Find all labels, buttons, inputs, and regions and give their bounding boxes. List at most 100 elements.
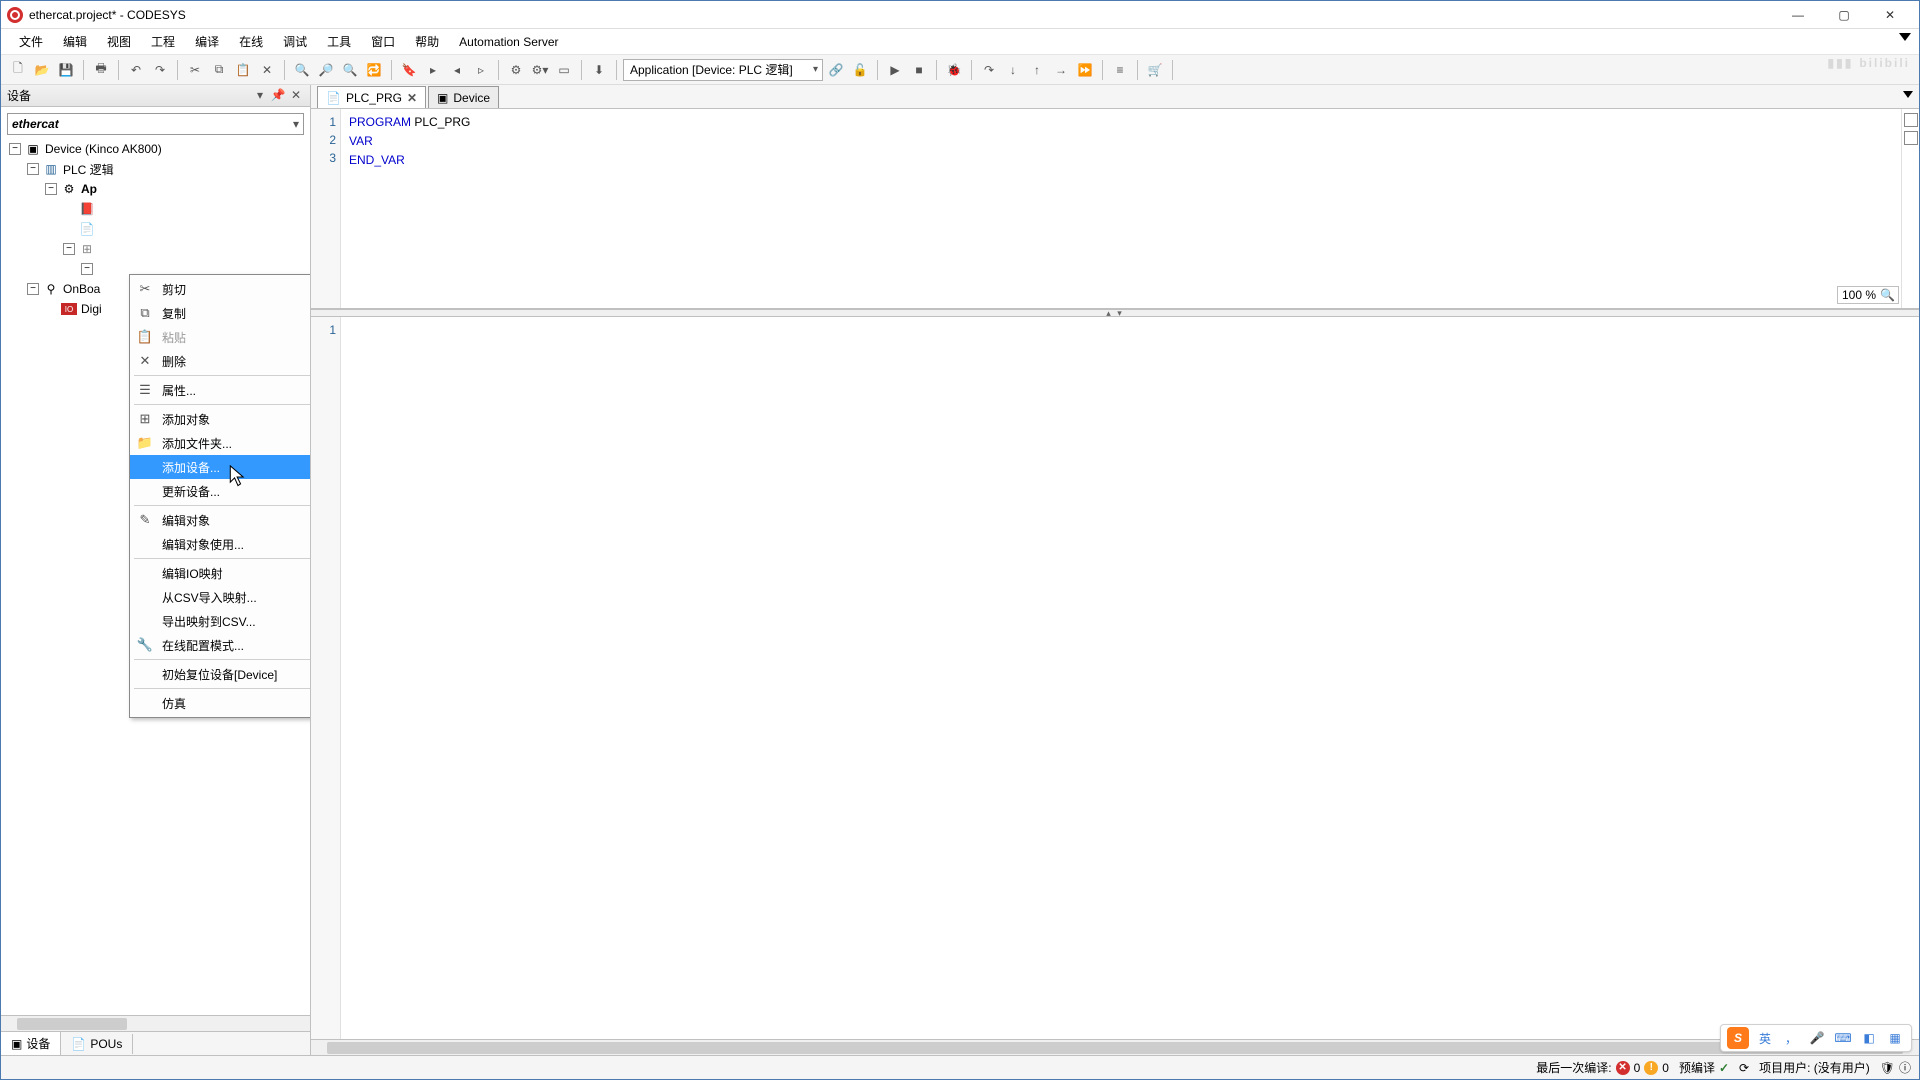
cart-button[interactable]: 🛒: [1144, 59, 1166, 81]
ime-toolbar[interactable]: S 英 ， 🎤 ⌨ ◧ ▦: [1720, 1024, 1912, 1052]
tab-close-icon[interactable]: ✕: [407, 91, 417, 105]
expand-toggle[interactable]: −: [81, 263, 93, 275]
ctx-properties[interactable]: ☰属性...: [130, 378, 310, 402]
copy-button[interactable]: ⧉: [208, 59, 230, 81]
menu-online[interactable]: 在线: [229, 29, 273, 54]
ctx-edit-io-mapping[interactable]: 编辑IO映射: [130, 561, 310, 585]
build-button[interactable]: ⚙: [505, 59, 527, 81]
panel-close-icon[interactable]: ✕: [288, 88, 304, 104]
step-out-button[interactable]: ↑: [1026, 59, 1048, 81]
tab-pous[interactable]: 📄POUs: [61, 1034, 133, 1054]
tree-project-selector[interactable]: ethercat: [7, 113, 304, 135]
expand-toggle[interactable]: −: [45, 183, 57, 195]
ctx-initial-reset-device[interactable]: 初始复位设备[Device]: [130, 662, 310, 686]
continue-button[interactable]: ⏩: [1074, 59, 1096, 81]
expand-toggle[interactable]: −: [9, 143, 21, 155]
bookmark-button[interactable]: 🔖: [398, 59, 420, 81]
magnifier-icon[interactable]: 🔍: [1880, 288, 1894, 302]
ime-keyboard-icon[interactable]: ⌨: [1833, 1028, 1853, 1048]
redo-button[interactable]: ↷: [149, 59, 171, 81]
status-shield-icon[interactable]: 🛡: [1880, 1061, 1895, 1075]
editor-mode-icon[interactable]: [1904, 113, 1918, 127]
ime-menu-icon[interactable]: ▦: [1885, 1028, 1905, 1048]
ctx-simulation[interactable]: 仿真: [130, 691, 310, 715]
logout-button[interactable]: 🔓: [849, 59, 871, 81]
print-button[interactable]: 🖶: [90, 59, 112, 81]
ctx-export-csv[interactable]: 导出映射到CSV...: [130, 609, 310, 633]
save-button[interactable]: 💾: [55, 59, 77, 81]
menubar-overflow-icon[interactable]: [1899, 33, 1911, 41]
expand-toggle[interactable]: −: [27, 283, 39, 295]
editor-splitter[interactable]: ▴ ▾: [311, 309, 1919, 317]
editor-mode2-icon[interactable]: [1904, 131, 1918, 145]
editor-horizontal-scrollbar[interactable]: [311, 1039, 1919, 1055]
panel-pin-icon[interactable]: 📌: [270, 88, 286, 104]
menu-build[interactable]: 编译: [185, 29, 229, 54]
menu-view[interactable]: 视图: [97, 29, 141, 54]
close-button[interactable]: ✕: [1867, 3, 1913, 27]
editor-tab-plc-prg[interactable]: 📄 PLC_PRG ✕: [317, 86, 426, 108]
status-info-icon[interactable]: ⓘ: [1899, 1059, 1911, 1076]
run-to-cursor-button[interactable]: →: [1050, 59, 1072, 81]
minimize-button[interactable]: —: [1775, 3, 1821, 27]
tree-item[interactable]: 📕: [63, 199, 308, 219]
debug-button[interactable]: 🐞: [943, 59, 965, 81]
tree-device-node[interactable]: − ▣ Device (Kinco AK800): [9, 139, 308, 159]
menu-file[interactable]: 文件: [9, 29, 53, 54]
find-next-button[interactable]: 🔎: [315, 59, 337, 81]
ctx-copy[interactable]: ⧉复制: [130, 301, 310, 325]
menu-tools[interactable]: 工具: [317, 29, 361, 54]
cut-button[interactable]: ✂: [184, 59, 206, 81]
tree-task-node[interactable]: −⊞: [63, 239, 308, 259]
start-button[interactable]: ▶: [884, 59, 906, 81]
expand-toggle[interactable]: −: [63, 243, 75, 255]
bookmark-prev-button[interactable]: ◂: [446, 59, 468, 81]
ctx-edit-object[interactable]: ✎编辑对象: [130, 508, 310, 532]
menu-project[interactable]: 工程: [141, 29, 185, 54]
new-button[interactable]: 🗋: [7, 59, 29, 81]
zoom-display[interactable]: 100 % 🔍: [1837, 286, 1899, 304]
ime-mic-icon[interactable]: 🎤: [1807, 1028, 1827, 1048]
delete-button[interactable]: ✕: [256, 59, 278, 81]
left-horizontal-scrollbar[interactable]: [1, 1015, 310, 1031]
ctx-edit-object-use[interactable]: 编辑对象使用...: [130, 532, 310, 556]
ctx-online-config-mode[interactable]: 🔧在线配置模式...: [130, 633, 310, 657]
menu-debug[interactable]: 调试: [273, 29, 317, 54]
ctx-cut[interactable]: ✂剪切: [130, 277, 310, 301]
ime-language-button[interactable]: 英: [1755, 1028, 1775, 1048]
ime-skin-icon[interactable]: ◧: [1859, 1028, 1879, 1048]
replace-button[interactable]: 🔁: [363, 59, 385, 81]
find-button[interactable]: 🔍: [291, 59, 313, 81]
editor-tabs-overflow-icon[interactable]: [1903, 91, 1913, 98]
bookmark-clear-button[interactable]: ▹: [470, 59, 492, 81]
code-editor-body[interactable]: [341, 317, 1919, 1039]
maximize-button[interactable]: ▢: [1821, 3, 1867, 27]
find-prev-button[interactable]: 🔍: [339, 59, 361, 81]
step-over-button[interactable]: ↷: [978, 59, 1000, 81]
breakpoints-button[interactable]: ≡: [1109, 59, 1131, 81]
tree-plc-logic-node[interactable]: − ▥ PLC 逻辑: [27, 159, 308, 179]
paste-button[interactable]: 📋: [232, 59, 254, 81]
ctx-add-folder[interactable]: 📁添加文件夹...: [130, 431, 310, 455]
tab-devices[interactable]: ▣设备: [1, 1031, 61, 1055]
menu-help[interactable]: 帮助: [405, 29, 449, 54]
menu-edit[interactable]: 编辑: [53, 29, 97, 54]
ime-punctuation-icon[interactable]: ，: [1781, 1028, 1801, 1048]
clean-button[interactable]: ▭: [553, 59, 575, 81]
ctx-add-object[interactable]: ⊞添加对象▶: [130, 407, 310, 431]
step-into-button[interactable]: ↓: [1002, 59, 1024, 81]
editor-tab-device[interactable]: ▣ Device: [428, 86, 499, 108]
menu-window[interactable]: 窗口: [361, 29, 405, 54]
undo-button[interactable]: ↶: [125, 59, 147, 81]
ctx-import-csv[interactable]: 从CSV导入映射...: [130, 585, 310, 609]
code-editor-declaration[interactable]: PROGRAM PLC_PRG VAR END_VAR: [341, 109, 1901, 308]
tree-item[interactable]: 📄: [63, 219, 308, 239]
ctx-add-device[interactable]: 添加设备...: [130, 455, 310, 479]
stop-button[interactable]: ■: [908, 59, 930, 81]
menu-automation-server[interactable]: Automation Server: [449, 31, 568, 53]
download-button[interactable]: ⬇: [588, 59, 610, 81]
expand-toggle[interactable]: −: [27, 163, 39, 175]
status-sync-icon[interactable]: ⟳: [1739, 1061, 1749, 1075]
open-button[interactable]: 📂: [31, 59, 53, 81]
panel-dropdown-icon[interactable]: ▾: [252, 88, 268, 104]
